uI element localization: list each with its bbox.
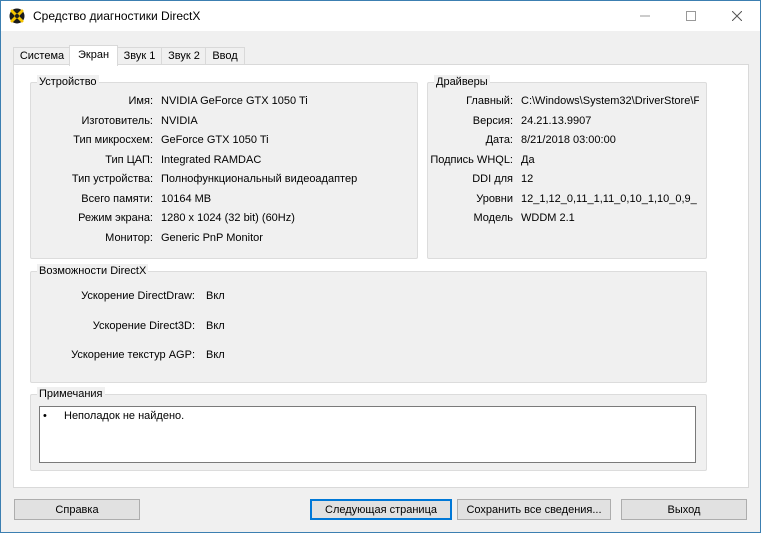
driver-version-label: Версия:: [472, 115, 513, 127]
device-group-title: Устройство: [37, 75, 99, 89]
device-monitor-label: Монитор:: [105, 232, 153, 244]
device-dac-type-value: Integrated RAMDAC: [161, 154, 262, 166]
device-manufacturer-value: NVIDIA: [161, 115, 198, 127]
next-page-button[interactable]: Следующая страница: [310, 499, 452, 520]
driver-model-value: WDDM 2.1: [521, 212, 575, 224]
directx-icon: [9, 8, 25, 24]
close-button[interactable]: [714, 1, 760, 31]
driver-main-value: C:\Windows\System32\DriverStore\F: [521, 95, 699, 107]
help-button[interactable]: Справка: [14, 499, 140, 520]
driver-date-value: 8/21/2018 03:00:00: [521, 134, 616, 146]
driver-date-label: Дата:: [485, 134, 513, 146]
agp-accel-value: Вкл: [206, 349, 225, 361]
device-display-mode-label: Режим экрана:: [78, 212, 153, 224]
device-dac-type-label: Тип ЦАП:: [105, 154, 153, 166]
agp-accel-label: Ускорение текстур AGP:: [71, 349, 195, 361]
drivers-group-title: Драйверы: [434, 75, 490, 89]
device-name-value: NVIDIA GeForce GTX 1050 Ti: [161, 95, 308, 107]
driver-whql-value: Да: [521, 154, 535, 166]
device-type-label: Тип устройства:: [71, 173, 153, 185]
directdraw-accel-value: Вкл: [206, 290, 225, 302]
device-monitor-value: Generic PnP Monitor: [161, 232, 263, 244]
driver-model-label: Модель: [473, 212, 513, 224]
window-title: Средство диагностики DirectX: [33, 9, 201, 23]
tab-input[interactable]: Ввод: [205, 47, 245, 65]
maximize-icon: [686, 11, 696, 21]
tab-display[interactable]: Экран: [69, 45, 118, 66]
minimize-icon: [640, 15, 650, 17]
notes-title: Примечания: [37, 387, 105, 401]
close-icon: [732, 11, 742, 21]
directx-diag-window: Средство диагностики DirectX Система Экр…: [0, 0, 761, 533]
direct3d-accel-value: Вкл: [206, 320, 225, 332]
save-all-info-button[interactable]: Сохранить все сведения...: [457, 499, 611, 520]
driver-feature-levels-label: Уровни: [476, 193, 513, 205]
device-total-memory-label: Всего памяти:: [81, 193, 153, 205]
driver-ddi-value: 12: [521, 173, 534, 185]
tab-system[interactable]: Система: [13, 47, 71, 65]
directdraw-accel-label: Ускорение DirectDraw:: [81, 290, 195, 302]
tab-sound-1[interactable]: Звук 1: [116, 47, 163, 65]
device-chip-type-label: Тип микросхем:: [73, 134, 153, 146]
driver-feature-levels-value: 12_1,12_0,11_1,11_0,10_1,10_0,9_: [521, 193, 697, 205]
device-total-memory-value: 10164 MB: [161, 193, 212, 205]
driver-ddi-label: DDI для: [472, 173, 513, 185]
directx-features-title: Возможности DirectX: [37, 264, 149, 278]
notes-text: Неполадок не найдено.: [64, 410, 185, 422]
driver-main-label: Главный:: [466, 95, 513, 107]
notes-textbox[interactable]: • Неполадок не найдено.: [39, 406, 696, 463]
device-manufacturer-label: Изготовитель:: [81, 115, 154, 127]
direct3d-accel-label: Ускорение Direct3D:: [92, 320, 195, 332]
device-chip-type-value: GeForce GTX 1050 Ti: [161, 134, 269, 146]
maximize-button[interactable]: [668, 1, 714, 31]
minimize-button[interactable]: [622, 1, 668, 31]
tab-sound-2[interactable]: Звук 2: [161, 47, 207, 65]
driver-whql-label: Подпись WHQL:: [430, 154, 513, 166]
device-type-value: Полнофункциональный видеоадаптер: [161, 173, 358, 185]
device-name-label: Имя:: [128, 95, 153, 107]
device-display-mode-value: 1280 x 1024 (32 bit) (60Hz): [161, 212, 295, 224]
title-bar[interactable]: Средство диагностики DirectX: [1, 1, 760, 31]
notes-bullet: •: [43, 410, 47, 422]
driver-version-value: 24.21.13.9907: [521, 115, 592, 127]
drivers-group: Драйверы: [427, 75, 707, 259]
exit-button[interactable]: Выход: [621, 499, 747, 520]
